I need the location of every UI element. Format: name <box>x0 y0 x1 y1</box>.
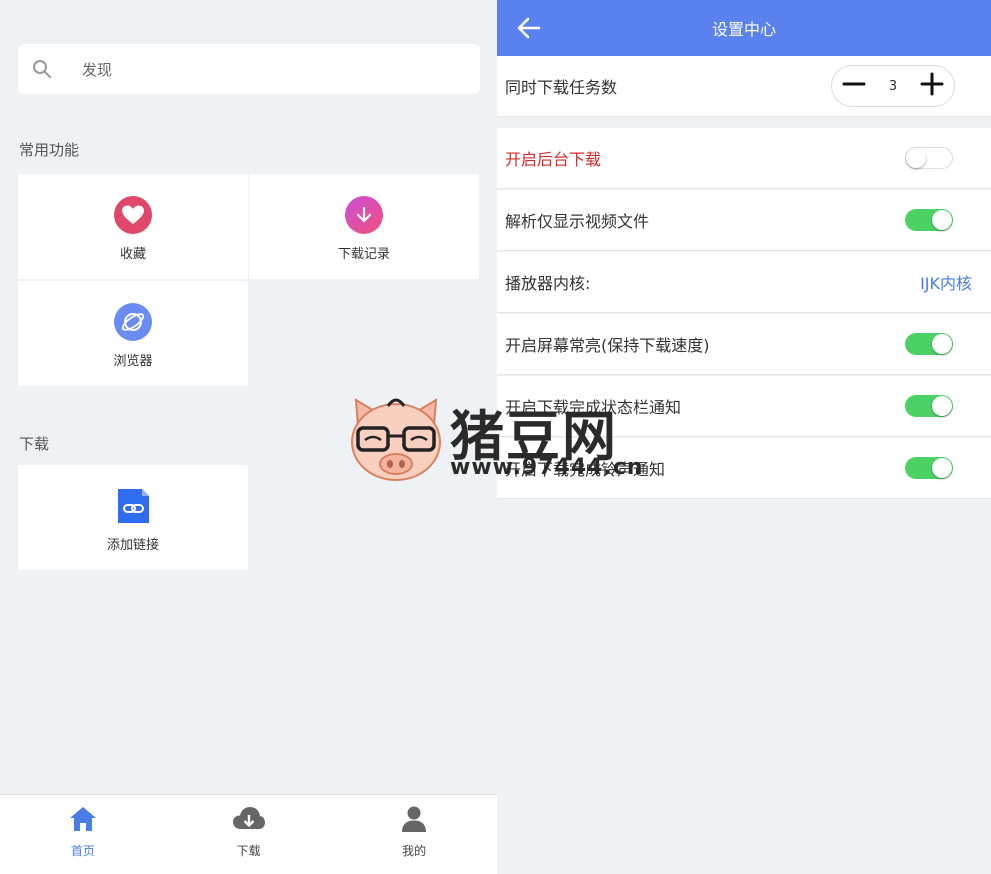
task-count-stepper: 3 <box>831 65 955 107</box>
page-title: 设置中心 <box>711 20 776 39</box>
task-count-value: 3 <box>888 78 898 94</box>
task-count-row: 同时下载任务数 3 <box>497 56 991 117</box>
common-functions-grid: 收藏 下载记录 浏览器 <box>18 174 480 386</box>
keep-screen-on-toggle[interactable] <box>905 333 953 355</box>
favorites-label: 收藏 <box>119 247 146 262</box>
setting-label: 开启后台下载 <box>505 150 602 169</box>
setting-label: 开启屏幕常亮(保持下载速度) <box>505 336 710 355</box>
plus-icon[interactable] <box>920 72 944 100</box>
background-download-toggle[interactable] <box>905 147 953 169</box>
search-placeholder: 发现 <box>82 60 113 79</box>
section-title-download: 下载 <box>19 435 50 453</box>
link-file-icon <box>114 487 152 525</box>
ringtone-notify-toggle[interactable] <box>905 457 953 479</box>
download-arrow-icon <box>345 196 383 234</box>
task-count-label: 同时下载任务数 <box>505 78 618 97</box>
tab-mine-label: 我的 <box>402 844 427 858</box>
tab-home-label: 首页 <box>70 844 95 858</box>
watermark-site: www.97444.cn <box>450 455 644 480</box>
tab-mine[interactable]: 我的 <box>331 795 497 874</box>
toggle-knob <box>932 458 952 478</box>
user-icon <box>400 805 428 837</box>
toggle-knob <box>906 148 926 168</box>
tab-download-label: 下载 <box>236 844 261 858</box>
setting-row-keep-screen-on[interactable]: 开启屏幕常亮(保持下载速度) <box>497 314 991 375</box>
video-only-toggle[interactable] <box>905 209 953 231</box>
download-history-button[interactable]: 下载记录 <box>249 174 479 279</box>
browser-label: 浏览器 <box>113 354 153 369</box>
toggle-knob <box>932 210 952 230</box>
minus-icon[interactable] <box>842 72 866 100</box>
player-core-value[interactable]: IJK内核 <box>920 270 972 294</box>
add-link-button[interactable]: 添加链接 <box>18 465 248 570</box>
back-arrow-icon[interactable] <box>515 14 543 42</box>
home-icon <box>68 805 98 837</box>
bottom-tab-bar: 首页 下载 我的 <box>0 794 497 874</box>
planet-icon <box>114 303 152 341</box>
toggle-knob <box>932 334 952 354</box>
add-link-label: 添加链接 <box>106 538 159 553</box>
heart-icon <box>114 196 152 234</box>
tab-download[interactable]: 下载 <box>166 795 332 874</box>
watermark: 猪豆网 www.97444.cn <box>348 392 648 484</box>
search-bar[interactable]: 发现 <box>18 44 480 94</box>
favorites-button[interactable]: 收藏 <box>18 174 248 279</box>
pig-logo-icon <box>348 392 444 488</box>
tab-home[interactable]: 首页 <box>0 795 166 874</box>
setting-row-background-download[interactable]: 开启后台下载 <box>497 128 991 189</box>
setting-row-video-only[interactable]: 解析仅显示视频文件 <box>497 190 991 251</box>
statusbar-notify-toggle[interactable] <box>905 395 953 417</box>
download-history-label: 下载记录 <box>337 247 390 262</box>
settings-header: 设置中心 <box>497 0 991 56</box>
cloud-download-icon <box>232 805 266 837</box>
toggle-knob <box>932 396 952 416</box>
search-icon <box>32 59 52 79</box>
setting-row-player-core[interactable]: 播放器内核: IJK内核 <box>497 252 991 313</box>
setting-label: 解析仅显示视频文件 <box>505 212 650 231</box>
setting-label: 播放器内核: <box>505 274 591 293</box>
section-title-common: 常用功能 <box>19 141 80 159</box>
browser-button[interactable]: 浏览器 <box>18 281 248 386</box>
